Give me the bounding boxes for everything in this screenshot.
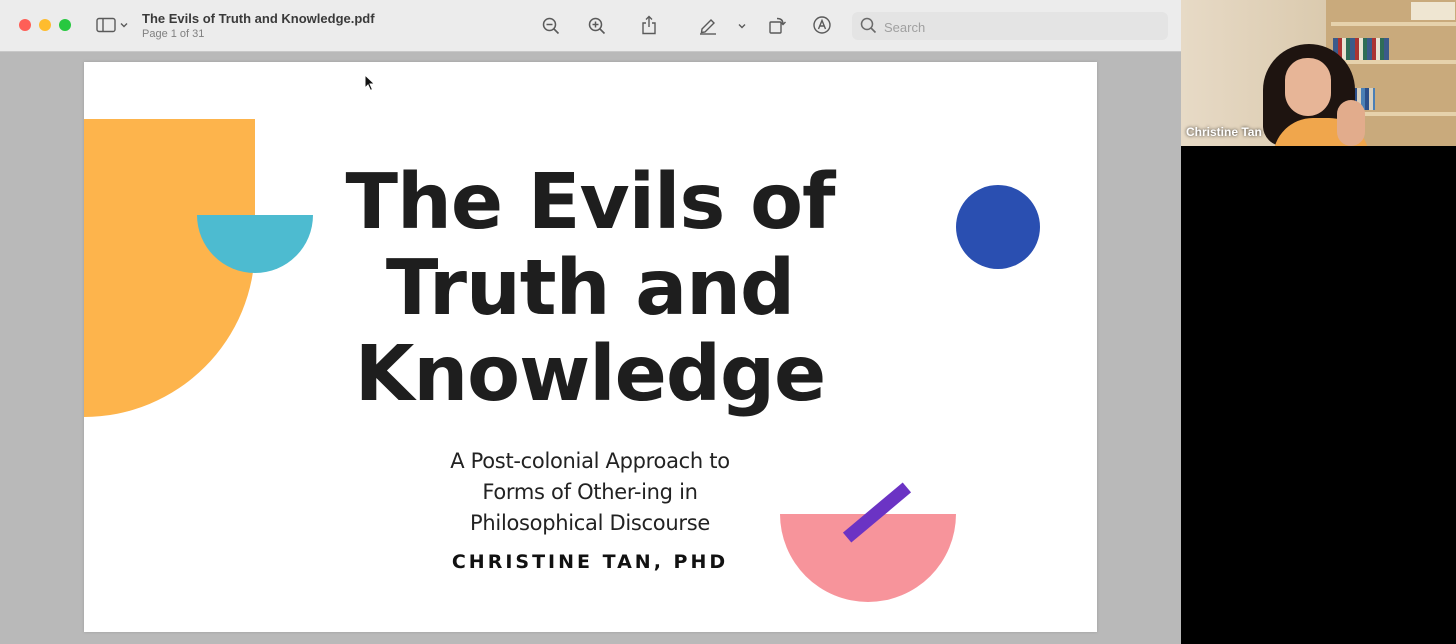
toolbar: The Evils of Truth and Knowledge.pdf Pag…	[0, 0, 1181, 52]
highlighter-icon	[700, 19, 716, 35]
video-tile[interactable]: Christine Tan	[1181, 0, 1456, 146]
markup-button[interactable]	[811, 14, 833, 36]
slide-title-line: The Evils of	[345, 158, 836, 247]
shelf-board	[1331, 22, 1456, 26]
participant-name: Christine Tan	[1186, 125, 1262, 139]
fullscreen-window-button[interactable]	[59, 19, 71, 31]
rotate-icon	[769, 17, 786, 34]
participant-face	[1285, 58, 1331, 116]
zoom-out-button[interactable]	[540, 15, 562, 37]
pdf-page[interactable]: The Evils of Truth and Knowledge A Post-…	[84, 62, 1097, 632]
chevron-down-icon	[738, 24, 746, 29]
search-box[interactable]	[852, 12, 1168, 40]
rotate-button[interactable]	[766, 14, 788, 36]
close-window-button[interactable]	[19, 19, 31, 31]
slide-subtitle-line: A Post-colonial Approach to	[450, 449, 730, 473]
sidebar-icon	[95, 17, 116, 33]
share-button[interactable]	[639, 14, 659, 36]
slide-title-line: Knowledge	[354, 330, 827, 419]
mouse-pointer-icon	[364, 74, 376, 92]
search-icon	[860, 17, 877, 34]
zoom-in-button[interactable]	[586, 15, 608, 37]
minimize-window-button[interactable]	[39, 19, 51, 31]
zoom-in-icon	[588, 17, 606, 35]
pdf-viewer-window: The Evils of Truth and Knowledge.pdf Pag…	[0, 0, 1181, 644]
shelf-decor	[1411, 2, 1455, 20]
slide-title-line: Truth and	[385, 244, 795, 333]
slide-title: The Evils of Truth and Knowledge	[304, 160, 876, 418]
chevron-down-icon	[120, 23, 127, 28]
slide-subtitle-line: Forms of Other-ing in	[482, 480, 698, 504]
share-icon	[642, 15, 656, 35]
document-title: The Evils of Truth and Knowledge.pdf	[142, 11, 375, 26]
slide-subtitle-line: Philosophical Discourse	[470, 511, 710, 535]
blue-circle-shape	[956, 185, 1040, 269]
orange-arch-shape	[84, 119, 255, 417]
slide-subtitle: A Post-colonial Approach to Forms of Oth…	[390, 446, 790, 539]
highlight-button[interactable]	[697, 14, 719, 36]
shelf-board	[1331, 60, 1456, 64]
participant-arm	[1337, 100, 1365, 146]
sidebar-toggle-button[interactable]	[94, 15, 130, 35]
highlight-options-button[interactable]	[735, 19, 749, 33]
search-input[interactable]	[882, 17, 1156, 37]
markup-icon	[813, 16, 831, 34]
slide-author: CHRISTINE TAN, PHD	[451, 551, 729, 573]
zoom-out-icon	[542, 17, 560, 35]
page-indicator: Page 1 of 31	[142, 28, 205, 40]
